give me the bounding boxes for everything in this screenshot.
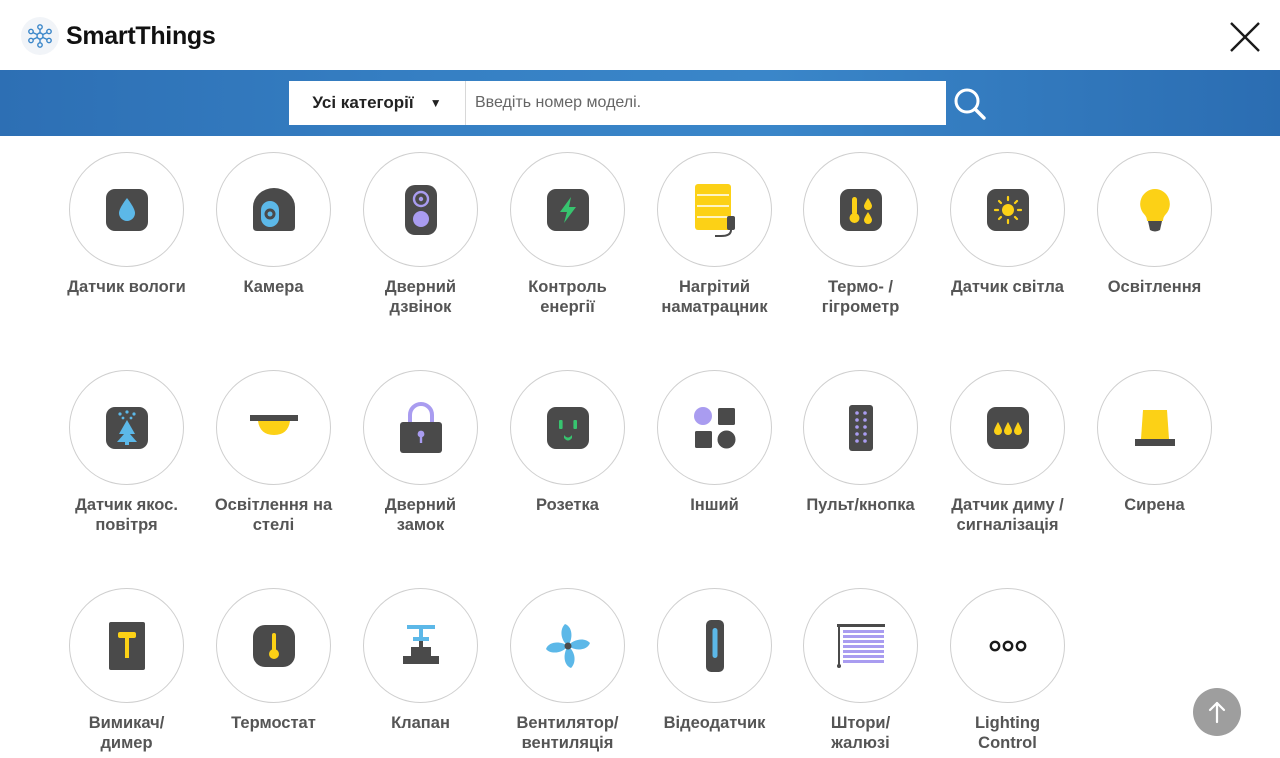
category-tile[interactable]: Освітлення xyxy=(1081,152,1228,297)
more-dots-icon xyxy=(989,640,1026,651)
category-label: Термо- / гігрометр xyxy=(821,278,900,316)
category-icon-circle xyxy=(803,588,918,703)
category-label: Сирена xyxy=(1124,496,1185,514)
category-tile[interactable]: Камера xyxy=(200,152,347,297)
valve-icon xyxy=(402,624,439,664)
category-label: Освітлення на стелі xyxy=(214,496,333,534)
category-tile[interactable]: Lighting Control xyxy=(934,588,1081,753)
category-icon-circle xyxy=(803,370,918,485)
category-icon-circle xyxy=(69,152,184,267)
smart-plug-icon xyxy=(546,406,589,449)
category-icon-circle xyxy=(510,588,625,703)
category-tile[interactable]: Сирена xyxy=(1081,370,1228,515)
category-icon-circle xyxy=(363,152,478,267)
category-icon-circle xyxy=(1097,370,1212,485)
light-sensor-icon xyxy=(986,188,1029,231)
category-label: Дверний замок xyxy=(384,496,457,534)
category-label: Відеодатчик xyxy=(663,714,766,732)
category-tile[interactable]: Дверний дзвінок xyxy=(347,152,494,317)
category-tile[interactable]: Нагрітий наматрацник xyxy=(641,152,788,317)
scroll-to-top-button[interactable] xyxy=(1193,688,1241,736)
category-icon-circle xyxy=(216,370,331,485)
category-label: Вимикач/ димер xyxy=(88,714,165,752)
category-icon-circle xyxy=(216,588,331,703)
category-label: Датчик світла xyxy=(950,278,1064,296)
category-icon-circle xyxy=(510,370,625,485)
category-label: Дверний дзвінок xyxy=(384,278,457,316)
category-icon-circle xyxy=(657,588,772,703)
category-label: Вентилятор/ вентиляція xyxy=(516,714,619,752)
switch-dimmer-icon xyxy=(108,621,145,670)
category-label: Пульт/кнопка xyxy=(806,496,915,514)
energy-monitor-icon xyxy=(546,188,589,231)
category-icon-circle xyxy=(950,370,1065,485)
category-label: Датчик вологи xyxy=(67,278,186,296)
camera-icon xyxy=(252,187,295,231)
category-tile[interactable]: Освітлення на стелі xyxy=(200,370,347,535)
category-icon-circle xyxy=(363,588,478,703)
category-label: Lighting Control xyxy=(974,714,1041,752)
fan-icon xyxy=(545,623,590,668)
category-tile[interactable]: Вимикач/ димер xyxy=(53,588,200,753)
water-leak-sensor-icon xyxy=(105,188,148,231)
door-lock-icon xyxy=(399,401,442,453)
category-label: Камера xyxy=(243,278,304,296)
siren-icon xyxy=(1134,409,1175,446)
category-icon-circle xyxy=(69,588,184,703)
category-tile[interactable]: Клапан xyxy=(347,588,494,733)
video-sensor-icon xyxy=(705,619,724,672)
category-icon-circle xyxy=(216,152,331,267)
category-label: Інший xyxy=(690,496,739,514)
category-tile[interactable]: Штори/ жалюзі xyxy=(787,588,934,753)
category-label: Штори/ жалюзі xyxy=(830,714,891,752)
smoke-detector-icon xyxy=(986,406,1029,449)
category-icon-circle xyxy=(510,152,625,267)
category-tile[interactable]: Термо- / гігрометр xyxy=(787,152,934,317)
category-label: Нагрітий наматрацник xyxy=(661,278,768,316)
category-tile[interactable]: Датчик світла xyxy=(934,152,1081,297)
category-icon-circle xyxy=(363,370,478,485)
category-label: Контроль енергії xyxy=(528,278,607,316)
category-tile[interactable]: Вентилятор/ вентиляція xyxy=(494,588,641,753)
heated-mattress-pad-icon xyxy=(694,183,735,237)
other-shapes-icon xyxy=(693,406,735,448)
category-tile[interactable]: Датчик якос. повітря xyxy=(53,370,200,535)
category-tile[interactable]: Термостат xyxy=(200,588,347,733)
light-bulb-icon xyxy=(1139,188,1170,231)
category-icon-circle xyxy=(950,152,1065,267)
category-label: Датчик якос. повітря xyxy=(75,496,178,534)
category-label: Датчик диму / сигналізація xyxy=(951,496,1064,534)
category-tile[interactable]: Відеодатчик xyxy=(641,588,788,733)
category-tile[interactable]: Розетка xyxy=(494,370,641,515)
category-tile[interactable]: Датчик диму / сигналізація xyxy=(934,370,1081,535)
doorbell-icon xyxy=(404,184,437,235)
category-label: Освітлення xyxy=(1107,278,1202,296)
category-label: Термостат xyxy=(231,714,316,732)
category-icon-circle xyxy=(1097,152,1212,267)
category-tile[interactable]: Дверний замок xyxy=(347,370,494,535)
arrow-up-icon xyxy=(1208,701,1226,724)
category-tile[interactable]: Контроль енергії xyxy=(494,152,641,317)
category-icon-circle xyxy=(950,588,1065,703)
category-icon-circle xyxy=(657,370,772,485)
category-icon-circle xyxy=(657,152,772,267)
air-quality-sensor-icon xyxy=(105,406,148,449)
category-tile[interactable]: Датчик вологи xyxy=(53,152,200,297)
category-label: Розетка xyxy=(536,496,599,514)
remote-control-icon xyxy=(848,404,873,451)
category-grid: Датчик вологи Камера Дверний дзвінок Кон… xyxy=(0,0,1280,758)
category-tile[interactable]: Пульт/кнопка xyxy=(787,370,934,515)
category-label: Клапан xyxy=(391,714,450,732)
category-tile[interactable]: Інший xyxy=(641,370,788,515)
ceiling-light-icon xyxy=(249,414,298,435)
thermostat-icon xyxy=(252,624,295,667)
blinds-icon xyxy=(836,623,885,668)
category-icon-circle xyxy=(69,370,184,485)
thermo-hygrometer-icon xyxy=(839,188,882,231)
category-icon-circle xyxy=(803,152,918,267)
